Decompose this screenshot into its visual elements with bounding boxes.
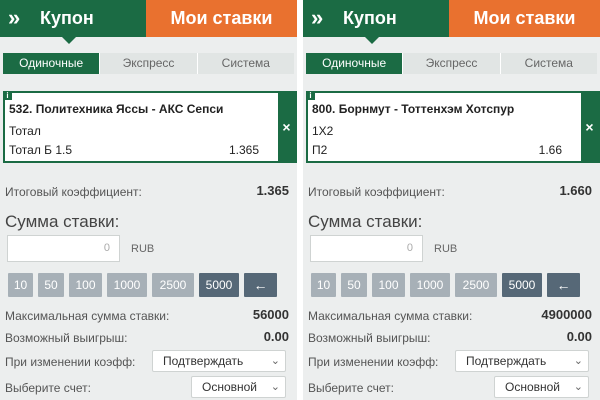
stake-input[interactable]: 0 <box>310 235 423 262</box>
account-value: Основной <box>202 380 258 394</box>
stake-input[interactable]: 0 <box>7 235 120 262</box>
possible-win-label: Возможный выигрыш: <box>308 331 431 345</box>
total-coef-row: Итоговый коэффициент: 1.660 <box>308 183 592 200</box>
my-bets-tab[interactable]: Мои ставки <box>146 0 297 37</box>
market-name: 1X2 <box>312 124 334 138</box>
odds-value: 1.365 <box>228 143 259 157</box>
total-coef-label: Итоговый коэффициент: <box>308 185 445 199</box>
coef-change-select[interactable]: Подтверждать ⌄ <box>152 350 286 372</box>
possible-win-row: Возможный выигрыш: 0.00 <box>5 329 289 346</box>
bet-slip-panel-1: » Купон Мои ставки Одиночные Экспресс Си… <box>0 0 297 400</box>
chip-2500[interactable]: 2500 <box>152 273 194 297</box>
bet-slip-panel-2: » Купон Мои ставки Одиночные Экспресс Си… <box>303 0 600 400</box>
total-coef-row: Итоговый коэффициент: 1.365 <box>5 183 289 200</box>
bet-card: i 800. Борнмут - Тоттенхэм Хотспур 1X2 П… <box>306 91 600 163</box>
quick-stake-chips: 10 50 100 1000 2500 5000 ← <box>311 273 580 297</box>
possible-win-value: 0.00 <box>566 329 592 344</box>
account-select[interactable]: Основной ⌄ <box>494 376 589 398</box>
chip-5000[interactable]: 5000 <box>199 273 239 297</box>
coef-change-label: При изменении коэфф: <box>308 355 439 369</box>
chip-50[interactable]: 50 <box>341 273 367 297</box>
currency-label: RUB <box>131 243 155 255</box>
max-stake-value: 4900000 <box>541 307 592 322</box>
chip-100[interactable]: 100 <box>69 273 102 297</box>
info-icon[interactable]: i <box>3 91 12 100</box>
max-stake-row: Максимальная сумма ставки: 4900000 <box>308 307 592 324</box>
possible-win-label: Возможный выигрыш: <box>5 331 128 345</box>
coef-change-value: Подтверждать <box>163 354 244 368</box>
bet-type-tabs: Одиночные Экспресс Система <box>3 53 294 74</box>
chevron-down-icon: ⌄ <box>573 381 583 393</box>
total-coef-value: 1.365 <box>256 183 289 198</box>
header: » Купон Мои ставки <box>0 0 297 44</box>
max-stake-row: Максимальная сумма ставки: 56000 <box>5 307 289 324</box>
outcome-name: Тотал Б 1.5 <box>9 143 73 157</box>
event-title: 532. Политехника Яссы - АКС Сепси <box>9 102 224 116</box>
possible-win-row: Возможный выигрыш: 0.00 <box>308 329 592 346</box>
coef-change-row: При изменении коэфф: Подтверждать ⌄ <box>308 350 592 372</box>
possible-win-value: 0.00 <box>263 329 289 344</box>
coupon-tab[interactable]: » Купон <box>303 0 449 37</box>
coef-change-select[interactable]: Подтверждать ⌄ <box>455 350 589 372</box>
double-chevron-right-icon[interactable]: » <box>311 5 323 31</box>
coef-change-value: Подтверждать <box>466 354 547 368</box>
tab-system[interactable]: Система <box>197 53 294 74</box>
coupon-label: Купон <box>343 8 397 28</box>
coef-change-row: При изменении коэфф: Подтверждать ⌄ <box>5 350 289 372</box>
max-stake-value: 56000 <box>252 307 289 322</box>
tab-system[interactable]: Система <box>500 53 597 74</box>
coef-change-label: При изменении коэфф: <box>5 355 136 369</box>
chevron-down-icon: ⌄ <box>270 381 280 393</box>
currency-label: RUB <box>434 243 458 255</box>
account-row: Выберите счет: Основной ⌄ <box>308 376 592 398</box>
double-chevron-right-icon[interactable]: » <box>8 5 20 31</box>
tab-express[interactable]: Экспресс <box>403 53 501 74</box>
total-coef-value: 1.660 <box>559 183 592 198</box>
info-icon[interactable]: i <box>306 91 315 100</box>
chip-1000[interactable]: 1000 <box>107 273 147 297</box>
coupon-tab-notch <box>365 37 379 44</box>
account-label: Выберите счет: <box>5 381 92 395</box>
close-icon[interactable]: × <box>278 91 295 163</box>
chip-10[interactable]: 10 <box>311 273 336 297</box>
outcome-name: П2 <box>312 143 328 157</box>
max-stake-label: Максимальная сумма ставки: <box>5 309 170 323</box>
tab-express[interactable]: Экспресс <box>100 53 198 74</box>
market-name: Тотал <box>9 124 41 138</box>
chevron-down-icon: ⌄ <box>573 355 583 367</box>
chip-5000[interactable]: 5000 <box>502 273 542 297</box>
bet-type-tabs: Одиночные Экспресс Система <box>306 53 597 74</box>
my-bets-tab[interactable]: Мои ставки <box>449 0 600 37</box>
header: » Купон Мои ставки <box>303 0 600 44</box>
account-row: Выберите счет: Основной ⌄ <box>5 376 289 398</box>
backspace-arrow-icon[interactable]: ← <box>244 273 277 297</box>
chip-100[interactable]: 100 <box>372 273 405 297</box>
chip-10[interactable]: 10 <box>8 273 33 297</box>
max-stake-label: Максимальная сумма ставки: <box>308 309 473 323</box>
quick-stake-chips: 10 50 100 1000 2500 5000 ← <box>8 273 277 297</box>
chevron-down-icon: ⌄ <box>270 355 280 367</box>
account-label: Выберите счет: <box>308 381 395 395</box>
coupon-label: Купон <box>40 8 94 28</box>
close-icon[interactable]: × <box>581 91 598 163</box>
backspace-arrow-icon[interactable]: ← <box>547 273 580 297</box>
bet-card: i 532. Политехника Яссы - АКС Сепси Тота… <box>3 91 297 163</box>
chip-1000[interactable]: 1000 <box>410 273 450 297</box>
total-coef-label: Итоговый коэффициент: <box>5 185 142 199</box>
odds-value: 1.66 <box>538 143 562 157</box>
chip-50[interactable]: 50 <box>38 273 64 297</box>
tab-singles[interactable]: Одиночные <box>3 53 101 74</box>
stake-title: Сумма ставки: <box>308 212 423 231</box>
chip-2500[interactable]: 2500 <box>455 273 497 297</box>
coupon-tab-notch <box>62 37 76 44</box>
coupon-tab[interactable]: » Купон <box>0 0 146 37</box>
event-title: 800. Борнмут - Тоттенхэм Хотспур <box>312 102 515 116</box>
tab-singles[interactable]: Одиночные <box>306 53 404 74</box>
account-select[interactable]: Основной ⌄ <box>191 376 286 398</box>
stake-title: Сумма ставки: <box>5 212 120 231</box>
account-value: Основной <box>505 380 561 394</box>
